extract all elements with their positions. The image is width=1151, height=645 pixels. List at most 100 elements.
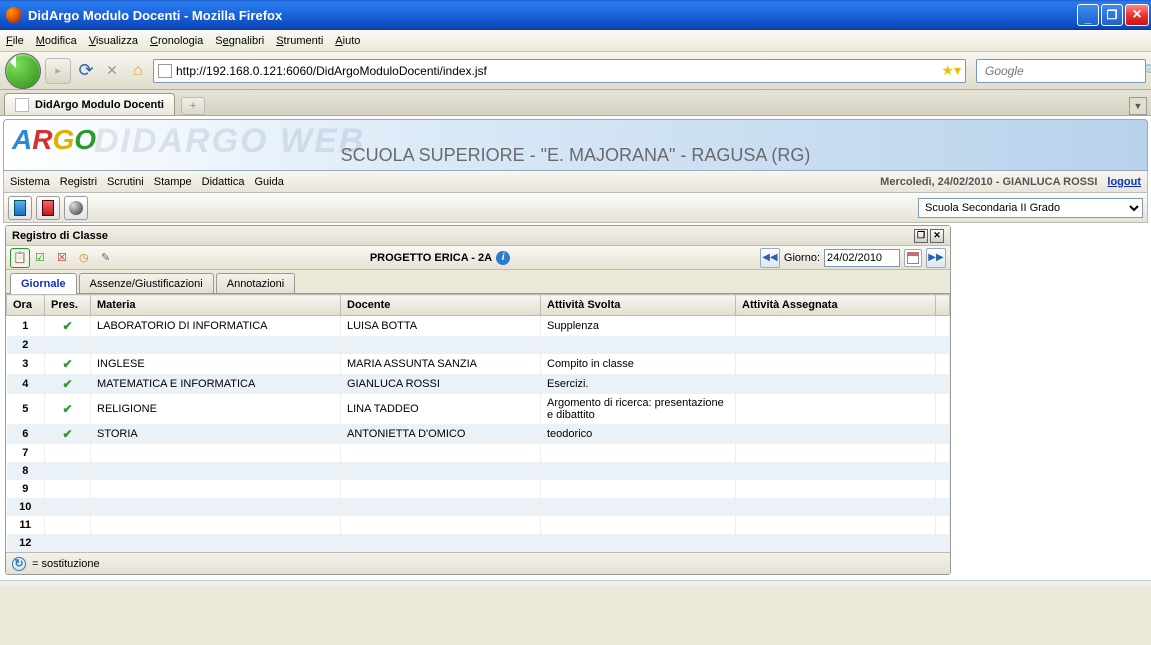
tab-giornale[interactable]: Giornale	[10, 273, 77, 294]
school-level-select[interactable]: Scuola Secondaria II Grado	[918, 198, 1143, 218]
toolbar-btn-3[interactable]: ☒	[54, 248, 74, 268]
cell-assegnata	[736, 462, 936, 480]
table-row[interactable]: 10	[7, 498, 950, 516]
menu-strumenti[interactable]: Strumenti	[276, 35, 323, 47]
menu-stampe[interactable]: Stampe	[154, 176, 192, 188]
logout-link[interactable]: logout	[1107, 176, 1141, 188]
app-frame: ARGO DIDARGO WEB SCUOLA SUPERIORE - "E. …	[0, 116, 1151, 580]
cell-ora: 6	[7, 424, 45, 444]
cell-docente	[341, 480, 541, 498]
col-svolta[interactable]: Attività Svolta	[541, 295, 736, 316]
table-row[interactable]: 5 ✔ RELIGIONE LINA TADDEO Argomento di r…	[7, 394, 950, 424]
sphere-button[interactable]	[64, 196, 88, 220]
calendar-picker-button[interactable]	[904, 249, 922, 267]
cell-pres	[45, 462, 91, 480]
cell-ora: 9	[7, 480, 45, 498]
menu-visualizza[interactable]: Visualizza	[89, 35, 138, 47]
table-row[interactable]: 9	[7, 480, 950, 498]
close-button[interactable]	[1125, 4, 1149, 26]
back-button[interactable]	[5, 53, 41, 89]
prev-day-button[interactable]: ◀◀	[760, 248, 780, 268]
toolbar-btn-5[interactable]: ✎	[98, 248, 118, 268]
panel-title: Registro di Classe	[12, 230, 108, 242]
menu-file[interactable]: File	[6, 35, 24, 47]
tab-page-icon	[15, 98, 29, 112]
menu-modifica[interactable]: Modifica	[36, 35, 77, 47]
table-row[interactable]: 1 ✔ LABORATORIO DI INFORMATICA LUISA BOT…	[7, 316, 950, 337]
table-row[interactable]: 2	[7, 336, 950, 354]
menu-guida[interactable]: Guida	[254, 176, 283, 188]
cell-docente: ANTONIETTA D'OMICO	[341, 424, 541, 444]
minimize-button[interactable]	[1077, 4, 1099, 26]
cell-docente: LUISA BOTTA	[341, 316, 541, 337]
cell-svolta	[541, 534, 736, 552]
menu-sistema[interactable]: Sistema	[10, 176, 50, 188]
cell-spacer	[936, 336, 950, 354]
sostituzione-icon: ↻	[12, 557, 26, 571]
toolbar-btn-2[interactable]: ☑	[32, 248, 52, 268]
cell-docente	[341, 534, 541, 552]
table-row[interactable]: 12	[7, 534, 950, 552]
folder-icon: 📋	[13, 251, 27, 265]
panel-maximize-button[interactable]: ❐	[914, 229, 928, 243]
url-input[interactable]	[176, 64, 937, 78]
maximize-button[interactable]	[1101, 4, 1123, 26]
url-bar[interactable]: ★▾	[153, 59, 966, 83]
table-row[interactable]: 3 ✔ INGLESE MARIA ASSUNTA SANZIA Compito…	[7, 354, 950, 374]
book-blue-icon	[14, 200, 26, 216]
cell-svolta: Argomento di ricerca: presentazione e di…	[541, 394, 736, 424]
cell-spacer	[936, 516, 950, 534]
tab-assenze[interactable]: Assenze/Giustificazioni	[79, 273, 214, 293]
browser-menubar: File Modifica Visualizza Cronologia Segn…	[0, 30, 1151, 52]
table-row[interactable]: 11	[7, 516, 950, 534]
cell-pres: ✔	[45, 424, 91, 444]
menu-aiuto[interactable]: Aiuto	[335, 35, 360, 47]
col-pres[interactable]: Pres.	[45, 295, 91, 316]
menu-segnalibri[interactable]: Segnalibri	[215, 35, 264, 47]
cell-materia	[91, 480, 341, 498]
registro-rosso-button[interactable]	[36, 196, 60, 220]
home-button[interactable]: ⌂	[127, 60, 149, 82]
cell-spacer	[936, 394, 950, 424]
check-icon: ✔	[62, 402, 72, 416]
table-row[interactable]: 7	[7, 444, 950, 462]
info-icon[interactable]: i	[496, 251, 510, 265]
table-row[interactable]: 8	[7, 462, 950, 480]
cell-pres	[45, 336, 91, 354]
browser-tab[interactable]: DidArgo Modulo Docenti	[4, 93, 175, 115]
search-input[interactable]	[985, 64, 1142, 78]
bookmark-star-icon[interactable]: ★▾	[941, 62, 961, 79]
menu-scrutini[interactable]: Scrutini	[107, 176, 144, 188]
sphere-icon	[69, 201, 83, 215]
col-ora[interactable]: Ora	[7, 295, 45, 316]
cell-spacer	[936, 316, 950, 337]
stop-button[interactable]: ✕	[101, 60, 123, 82]
toolbar-btn-4[interactable]: ◷	[76, 248, 96, 268]
cell-spacer	[936, 354, 950, 374]
col-assegnata[interactable]: Attività Assegnata	[736, 295, 936, 316]
registro-blu-button[interactable]	[8, 196, 32, 220]
toolbar-btn-1[interactable]: 📋	[10, 248, 30, 268]
tab-annotazioni[interactable]: Annotazioni	[216, 273, 296, 293]
date-input[interactable]	[824, 249, 900, 267]
panel-close-button[interactable]: ✕	[930, 229, 944, 243]
new-tab-button[interactable]: +	[181, 97, 205, 115]
forward-button[interactable]: ▸	[45, 58, 71, 84]
search-lens-icon[interactable]: 🔍	[1144, 64, 1151, 77]
search-bar[interactable]: 🔍	[976, 59, 1146, 83]
cell-ora: 10	[7, 498, 45, 516]
menu-didattica[interactable]: Didattica	[202, 176, 245, 188]
tablist-dropdown[interactable]: ▼	[1129, 97, 1147, 115]
col-docente[interactable]: Docente	[341, 295, 541, 316]
table-row[interactable]: 6 ✔ STORIA ANTONIETTA D'OMICO teodorico	[7, 424, 950, 444]
page-icon	[158, 64, 172, 78]
cell-svolta	[541, 462, 736, 480]
next-day-button[interactable]: ▶▶	[926, 248, 946, 268]
reload-button[interactable]: ⟳	[75, 60, 97, 82]
menu-cronologia[interactable]: Cronologia	[150, 35, 203, 47]
menu-registri[interactable]: Registri	[60, 176, 97, 188]
col-materia[interactable]: Materia	[91, 295, 341, 316]
col-spacer	[936, 295, 950, 316]
cell-ora: 8	[7, 462, 45, 480]
table-row[interactable]: 4 ✔ MATEMATICA E INFORMATICA GIANLUCA RO…	[7, 374, 950, 394]
